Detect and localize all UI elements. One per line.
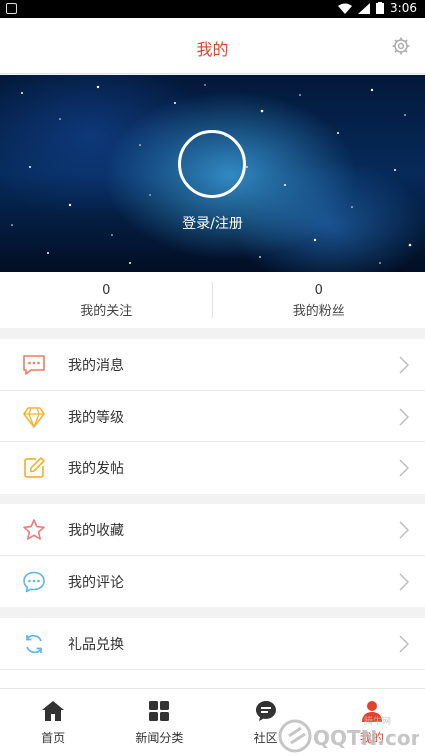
stat-following[interactable]: 0 我的关注: [0, 272, 213, 328]
avatar[interactable]: [178, 130, 246, 198]
wifi-icon: [338, 3, 353, 14]
tab-label: 首页: [41, 731, 66, 745]
chevron-right-icon: [399, 408, 409, 425]
page-title: 我的: [196, 40, 229, 59]
home-icon: [42, 701, 65, 721]
diamond-icon: [23, 406, 45, 428]
star-icon: [23, 519, 45, 540]
tab-news-categories[interactable]: 新闻分类: [106, 689, 212, 756]
title-bar: 我的: [0, 18, 425, 74]
menu-item-gift-exchange[interactable]: 礼品兑换: [0, 618, 425, 670]
message-icon: [23, 355, 45, 375]
menu-item-level[interactable]: 我的等级: [0, 391, 425, 442]
followers-count: 0: [314, 283, 323, 298]
menu-item-label: 我的发帖: [68, 461, 124, 477]
watermark-small: 腾牛网: [364, 715, 391, 727]
menu-group-gifts: 礼品兑换: [0, 618, 425, 688]
stat-followers[interactable]: 0 我的粉丝: [213, 272, 425, 328]
chevron-right-icon: [399, 573, 409, 590]
gear-icon[interactable]: [391, 36, 411, 56]
chevron-right-icon: [399, 521, 409, 539]
menu-item-label: 礼品兑换: [68, 637, 124, 653]
menu-item-favorites[interactable]: 我的收藏: [0, 504, 425, 556]
grid-icon: [149, 701, 170, 721]
login-register-link[interactable]: 登录/注册: [0, 213, 425, 233]
edit-icon: [24, 457, 45, 478]
menu-item-messages[interactable]: 我的消息: [0, 339, 425, 391]
following-label: 我的关注: [80, 304, 133, 319]
menu-item-posts[interactable]: 我的发帖: [0, 442, 425, 494]
exchange-icon: [26, 634, 42, 654]
signal-icon: [358, 2, 371, 14]
profile-banner: 登录/注册: [0, 75, 425, 272]
followers-label: 我的粉丝: [292, 304, 345, 319]
menu-item-label: 我的等级: [68, 409, 124, 426]
menu-item-label: 我的收藏: [68, 523, 124, 539]
chevron-right-icon: [399, 459, 409, 477]
stats-divider: [212, 282, 213, 318]
chevron-right-icon: [399, 635, 409, 653]
menu-group-activity: 我的收藏 我的评论: [0, 504, 425, 607]
menu-item-label: 我的消息: [68, 358, 124, 374]
menu-group-personal: 我的消息 我的等级 我的发帖: [0, 339, 425, 494]
status-time: 3:06: [390, 1, 417, 15]
menu-item-comments[interactable]: 我的评论: [0, 556, 425, 608]
menu-item-label: 我的评论: [68, 574, 124, 591]
follow-stats: 0 我的关注 0 我的粉丝: [0, 272, 425, 328]
notification-icon: [6, 3, 17, 14]
tab-label: 新闻分类: [135, 731, 184, 745]
comment-icon: [23, 571, 45, 592]
status-icons: 3:06: [338, 1, 417, 15]
chevron-right-icon: [399, 356, 409, 374]
status-bar: 3:06: [0, 0, 425, 18]
tab-home[interactable]: 首页: [0, 689, 106, 756]
battery-icon: [376, 2, 385, 14]
watermark-text: QQTN.com: [313, 726, 419, 750]
qqtn-watermark-logo: QQTN.com 腾牛网: [278, 715, 419, 753]
following-count: 0: [102, 283, 111, 298]
